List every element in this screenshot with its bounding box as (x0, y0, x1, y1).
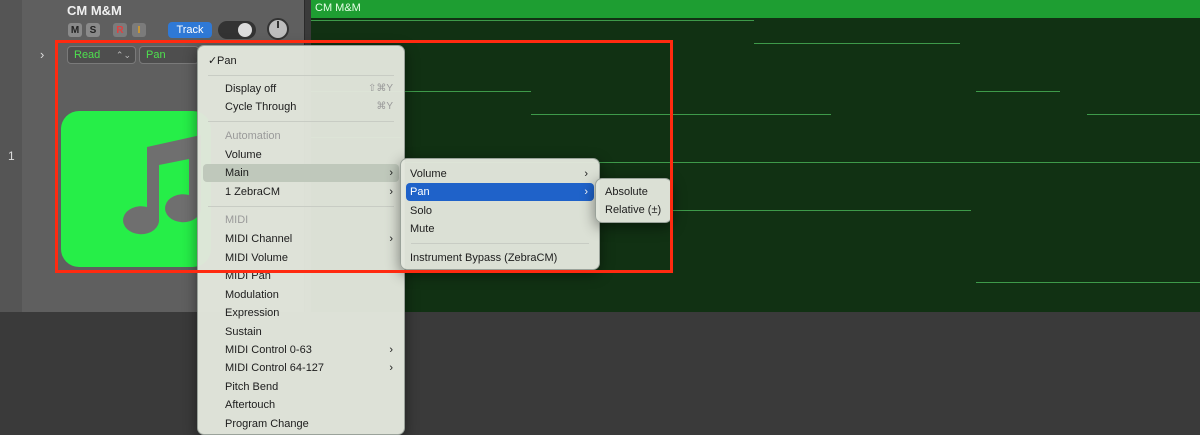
automation-line (976, 282, 1200, 283)
menu-item-program-change[interactable]: Program Change (203, 415, 399, 433)
automation-line (671, 210, 971, 211)
menu-item-label: MIDI Control 0-63 (225, 344, 312, 356)
input-monitor-button[interactable]: I (132, 23, 146, 37)
chevron-right-icon: › (389, 344, 393, 356)
volume-knob[interactable] (267, 18, 289, 40)
empty-track-area (0, 312, 1200, 435)
record-enable-button[interactable]: R (113, 23, 127, 37)
track-name[interactable]: CM M&M (67, 3, 122, 18)
track-number: 1 (8, 149, 15, 163)
menu-item-midi-control-0-63[interactable]: MIDI Control 0-63 › (203, 341, 399, 359)
highlight-annotation-box (55, 40, 673, 273)
mute-button[interactable]: M (68, 23, 82, 37)
region-name: CM M&M (315, 2, 361, 14)
automation-line (311, 20, 754, 21)
automation-line (1087, 114, 1200, 115)
menu-item-aftertouch[interactable]: Aftertouch (203, 396, 399, 414)
chevron-right-icon: › (389, 362, 393, 374)
track-number-column: 1 (0, 0, 23, 312)
menu-item-expression[interactable]: Expression (203, 304, 399, 322)
toggle-knob (238, 23, 252, 37)
track-on-off-toggle[interactable] (218, 21, 256, 39)
menu-item-pitch-bend[interactable]: Pitch Bend (203, 378, 399, 396)
menu-item-sustain[interactable]: Sustain (203, 323, 399, 341)
region-header[interactable]: CM M&M (311, 0, 1200, 18)
automation-line (754, 43, 960, 44)
menu-item-modulation[interactable]: Modulation (203, 286, 399, 304)
solo-button[interactable]: S (86, 23, 100, 37)
track-button[interactable]: Track (168, 22, 212, 38)
disclosure-chevron-icon[interactable]: › (40, 47, 44, 62)
menu-item-label: MIDI Control 64-127 (225, 362, 325, 374)
menu-item-midi-control-64-127[interactable]: MIDI Control 64-127 › (203, 359, 399, 377)
automation-line (976, 91, 1060, 92)
